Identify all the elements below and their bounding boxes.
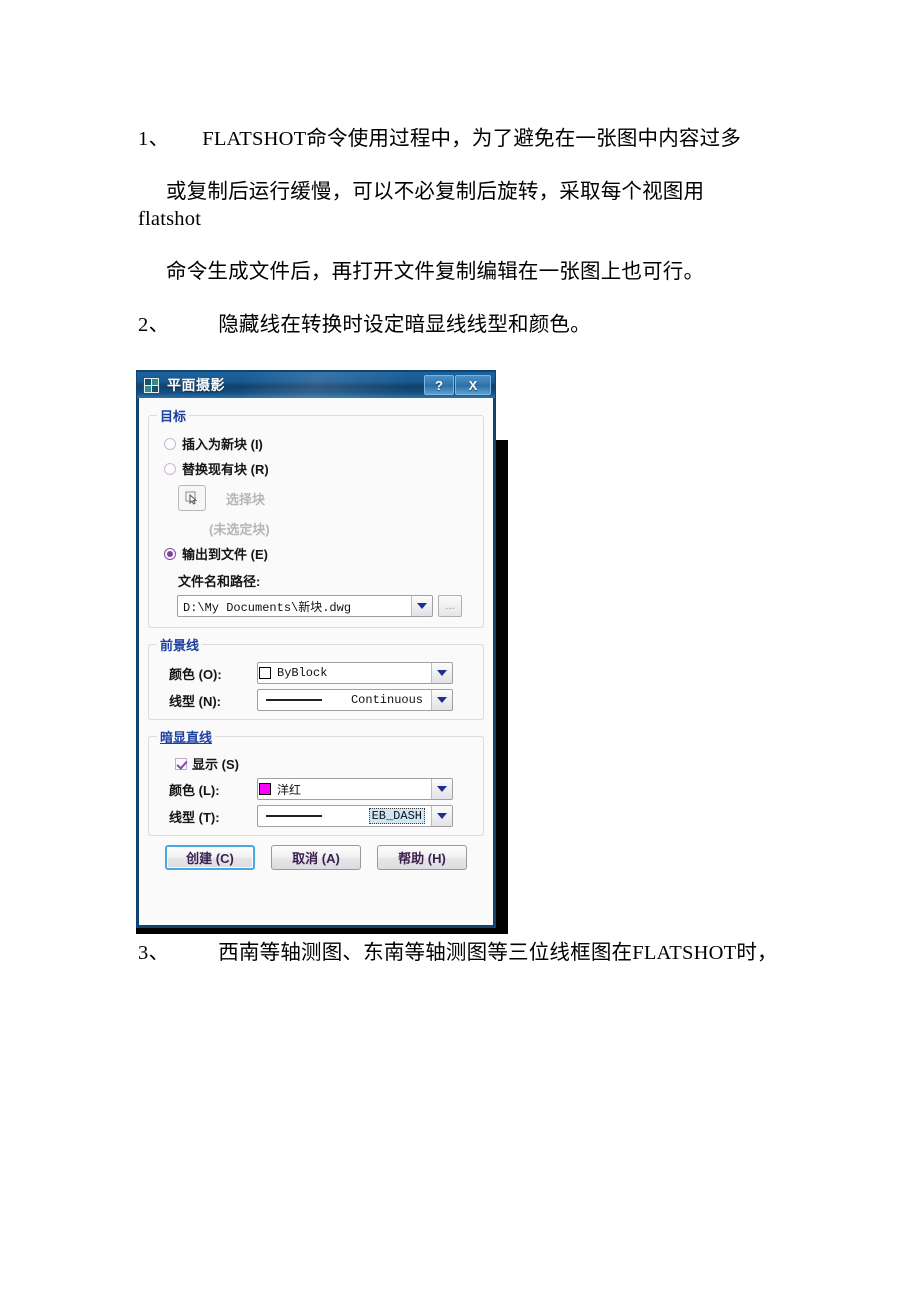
chevron-down-icon[interactable]: [411, 596, 432, 616]
autocad-app-icon: [143, 376, 160, 394]
help-icon[interactable]: ?: [424, 375, 454, 395]
dialog-title: 平面摄影: [167, 377, 225, 393]
titlebar-button-group: ? X: [423, 375, 491, 395]
obscured-linetype-label: 线型 (T):: [169, 809, 220, 825]
obscured-linetype-value[interactable]: EB_DASH: [368, 808, 425, 824]
radio-insert-as-new-block[interactable]: 插入为新块 (I): [164, 434, 475, 453]
select-block-button[interactable]: [178, 485, 206, 511]
select-block-row: 选择块: [178, 485, 475, 511]
obscured-color-value: 洋红: [277, 783, 302, 798]
dialog-titlebar[interactable]: 平面摄影 ? X: [136, 370, 496, 398]
foreground-color-value: ByBlock: [277, 666, 328, 680]
paragraph-2: 2、 隐藏线在转换时设定暗显线线型和颜色。: [138, 312, 591, 338]
dialog-button-row: 创建 (C) 取消 (A) 帮助 (H): [148, 845, 484, 870]
pick-block-icon: [185, 491, 198, 505]
cancel-button[interactable]: 取消 (A): [271, 845, 361, 870]
foreground-lines-group-legend: 前景线: [160, 638, 200, 653]
chevron-down-icon[interactable]: [431, 779, 452, 799]
close-icon[interactable]: X: [455, 375, 491, 395]
help-button[interactable]: 帮助 (H): [377, 845, 467, 870]
obscured-lines-group-legend: 暗显直线: [160, 730, 213, 745]
radio-icon[interactable]: [164, 437, 176, 450]
dialog-body: 目标 插入为新块 (I) 替换现有块 (R) 选择块 (未选定块) 输出到文件 …: [139, 398, 493, 925]
radio-icon[interactable]: [164, 462, 176, 475]
line-sample-icon: [266, 699, 322, 701]
filename-path-label: 文件名和路径:: [178, 574, 261, 589]
no-block-selected-text: (未选定块): [209, 522, 270, 537]
foreground-color-combobox[interactable]: ByBlock: [257, 662, 453, 684]
radio-icon[interactable]: [164, 547, 176, 560]
paragraph-2-number: 2、: [138, 314, 170, 336]
obscured-color-label: 颜色 (L):: [169, 782, 220, 798]
filename-path-row: D:\My Documents\新块.dwg ...: [177, 595, 475, 617]
line-sample-icon: [266, 815, 322, 817]
filename-path-value: D:\My Documents\新块.dwg: [183, 600, 352, 615]
radio-export-to-file-label: 输出到文件 (E): [182, 547, 268, 562]
create-button[interactable]: 创建 (C): [165, 845, 255, 870]
radio-export-to-file[interactable]: 输出到文件 (E): [164, 544, 475, 563]
paragraph-3-text: 西南等轴测图、东南等轴测图等三位线框图在FLATSHOT时，: [218, 942, 778, 964]
paragraph-1-line-4: 命令生成文件后，再打开文件复制编辑在一张图上也可行。: [166, 261, 705, 283]
foreground-color-row: 颜色 (O): ByBlock: [169, 662, 475, 684]
radio-replace-existing-block-label: 替换现有块 (R): [182, 462, 269, 477]
select-block-label: 选择块: [226, 491, 266, 507]
paragraph-1-line-3: flatshot: [138, 208, 202, 230]
destination-group: 目标 插入为新块 (I) 替换现有块 (R) 选择块 (未选定块) 输出到文件 …: [148, 406, 484, 628]
chevron-down-icon[interactable]: [431, 806, 452, 826]
obscured-linetype-row: 线型 (T): EB_DASH: [169, 805, 475, 827]
show-obscured-checkbox-row[interactable]: 显示 (S): [175, 754, 475, 773]
show-obscured-label: 显示 (S): [192, 757, 239, 772]
foreground-linetype-label: 线型 (N):: [169, 693, 221, 709]
paragraph-1-line-1-text: FLATSHOT命令使用过程中，为了避免在一张图中内容过多: [202, 128, 742, 150]
flatshot-dialog: 平面摄影 ? X 目标 插入为新块 (I) 替换现有块 (R) 选择块 (未选定…: [136, 370, 496, 928]
destination-group-legend: 目标: [160, 409, 187, 424]
color-swatch-icon: [259, 667, 271, 679]
chevron-down-icon[interactable]: [431, 690, 452, 710]
radio-replace-existing-block[interactable]: 替换现有块 (R): [164, 459, 475, 478]
foreground-linetype-combobox[interactable]: Continuous: [257, 689, 453, 711]
paragraph-3: 3、 西南等轴测图、东南等轴测图等三位线框图在FLATSHOT时，: [138, 940, 778, 966]
obscured-lines-group: 暗显直线 显示 (S) 颜色 (L): 洋红 线型 (T): EB_DASH: [148, 727, 484, 836]
color-swatch-icon: [259, 783, 271, 795]
paragraph-1-number: 1、: [138, 128, 170, 150]
checkbox-icon[interactable]: [175, 757, 187, 770]
foreground-linetype-value: Continuous: [350, 693, 423, 707]
radio-insert-as-new-block-label: 插入为新块 (I): [182, 437, 263, 452]
obscured-color-combobox[interactable]: 洋红: [257, 778, 453, 800]
paragraph-3-number: 3、: [138, 942, 170, 964]
chevron-down-icon[interactable]: [431, 663, 452, 683]
obscured-color-row: 颜色 (L): 洋红: [169, 778, 475, 800]
obscured-linetype-combobox[interactable]: EB_DASH: [257, 805, 453, 827]
foreground-color-label: 颜色 (O):: [169, 666, 222, 682]
foreground-lines-group: 前景线 颜色 (O): ByBlock 线型 (N): Continuous: [148, 635, 484, 720]
paragraph-1-line-1: 1、 FLATSHOT命令使用过程中，为了避免在一张图中内容过多: [138, 126, 741, 152]
foreground-linetype-row: 线型 (N): Continuous: [169, 689, 475, 711]
paragraph-1-line-2: 或复制后运行缓慢，可以不必复制后旋转，采取每个视图用: [166, 181, 705, 203]
filename-path-combobox[interactable]: D:\My Documents\新块.dwg: [177, 595, 433, 617]
paragraph-2-text: 隐藏线在转换时设定暗显线线型和颜色。: [218, 314, 591, 336]
browse-button[interactable]: ...: [438, 595, 462, 617]
